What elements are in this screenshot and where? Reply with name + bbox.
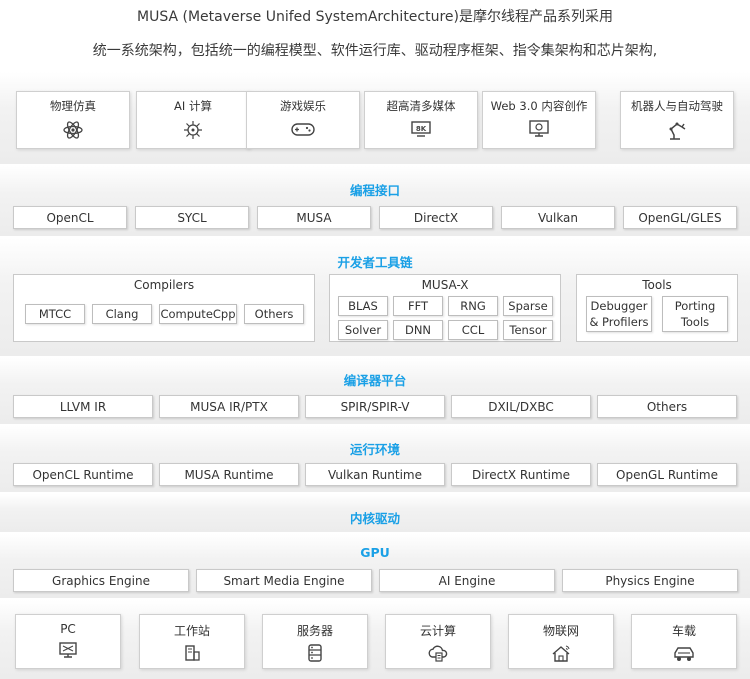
kernel-driver-title: 内核驱动: [349, 511, 400, 526]
content-creation-icon: [529, 120, 549, 137]
app-label: AI 计算: [174, 99, 212, 113]
gamepad-icon: [291, 123, 315, 136]
musa-x-tensor: Tensor: [503, 320, 553, 340]
developer-toolchain-title: 开发者工具链: [337, 255, 413, 270]
ir-dxil-dxbc: DXIL/DXBC: [451, 395, 591, 418]
device-card-pc: PC: [15, 614, 121, 669]
compiler-others: Others: [244, 304, 304, 324]
device-label: PC: [60, 622, 76, 636]
musa-x-dnn: DNN: [393, 320, 443, 340]
app-card-gaming: 游戏娱乐: [246, 91, 360, 149]
app-card-robotics-autonomous: 机器人与自动驾驶: [620, 91, 734, 149]
musa-x-sparse: Sparse: [503, 296, 553, 316]
runtime-musa: MUSA Runtime: [159, 463, 299, 486]
app-card-ai-computing: AI 计算: [136, 91, 250, 149]
app-label: 超高清多媒体: [386, 99, 456, 113]
compiler-computecpp: ComputeCpp: [159, 304, 237, 324]
api-directx: DirectX: [379, 206, 493, 229]
device-label: 服务器: [296, 624, 333, 638]
compiler-clang: Clang: [92, 304, 152, 324]
api-opengl-gles: OpenGL/GLES: [623, 206, 737, 229]
cloud-computing-icon: [428, 645, 448, 662]
api-opencl: OpenCL: [13, 206, 127, 229]
runtime-title: 运行环境: [349, 442, 400, 457]
device-card-iot: 物联网: [508, 614, 614, 669]
musa-x-title: MUSA-X: [421, 278, 469, 292]
compilers-group: Compilers MTCC Clang ComputeCpp Others: [13, 274, 315, 342]
runtime-opencl: OpenCL Runtime: [13, 463, 153, 486]
device-label: 工作站: [173, 624, 210, 638]
device-label: 云计算: [419, 624, 456, 638]
tool-debugger-profilers: Debugger & Profilers: [586, 296, 652, 332]
gpu-title: GPU: [360, 545, 390, 560]
device-card-workstation: 工作站: [139, 614, 245, 669]
device-label: 车载: [671, 624, 696, 638]
musa-x-ccl: CCL: [448, 320, 498, 340]
musa-x-group: MUSA-X BLAS FFT RNG Sparse Solver DNN CC…: [329, 274, 561, 342]
device-card-server: 服务器: [262, 614, 368, 669]
api-vulkan: Vulkan: [501, 206, 615, 229]
programming-interface-title: 编程接口: [349, 183, 400, 198]
api-musa: MUSA: [257, 206, 371, 229]
ai-chip-icon: [184, 121, 202, 139]
gpu-graphics-engine: Graphics Engine: [13, 569, 189, 592]
app-card-web3-content: Web 3.0 内容创作: [482, 91, 596, 149]
musa-x-rng: RNG: [448, 296, 498, 316]
tools-title: Tools: [642, 278, 672, 292]
tool-porting-tools: Porting Tools: [662, 296, 728, 332]
svg-text:8K: 8K: [416, 125, 427, 133]
ir-others: Others: [597, 395, 737, 418]
gpu-smart-media-engine: Smart Media Engine: [196, 569, 372, 592]
app-label: 游戏娱乐: [280, 99, 326, 113]
app-label: 物理仿真: [50, 99, 96, 113]
device-label: 物联网: [542, 624, 579, 638]
ir-llvm: LLVM IR: [13, 395, 153, 418]
device-card-cloud-computing: 云计算: [385, 614, 491, 669]
app-label: 机器人与自动驾驶: [631, 99, 723, 113]
pc-icon: [59, 642, 77, 658]
server-icon: [308, 644, 322, 662]
compiler-platform-title: 编译器平台: [343, 373, 407, 388]
runtime-vulkan: Vulkan Runtime: [305, 463, 445, 486]
car-icon: [674, 647, 694, 661]
gpu-ai-engine: AI Engine: [379, 569, 555, 592]
musa-x-fft: FFT: [393, 296, 443, 316]
app-card-physics-simulation: 物理仿真: [16, 91, 130, 149]
app-label: Web 3.0 内容创作: [490, 99, 588, 113]
app-card-uhd-multimedia: 超高清多媒体 8K: [364, 91, 478, 149]
intro-line-1: MUSA (Metaverse Unifed SystemArchitectur…: [137, 9, 613, 25]
iot-icon: [552, 645, 570, 662]
intro-line-2: 统一系统架构，包括统一的编程模型、软件运行库、驱动程序框架、指令集架构和芯片架构…: [92, 43, 658, 59]
runtime-directx: DirectX Runtime: [451, 463, 591, 486]
8k-display-icon: 8K: [411, 121, 431, 137]
musa-x-blas: BLAS: [338, 296, 388, 316]
tools-group: Tools Debugger & Profilers Porting Tools: [576, 274, 738, 342]
compilers-title: Compilers: [133, 278, 195, 292]
robot-arm-icon: [669, 122, 686, 140]
ir-spir: SPIR/SPIR-V: [305, 395, 445, 418]
api-sycl: SYCL: [135, 206, 249, 229]
gpu-physics-engine: Physics Engine: [562, 569, 738, 592]
musa-x-solver: Solver: [338, 320, 388, 340]
device-card-automotive: 车载: [631, 614, 737, 669]
ir-musa-ptx: MUSA IR/PTX: [159, 395, 299, 418]
workstation-icon: [185, 645, 200, 661]
compiler-mtcc: MTCC: [25, 304, 85, 324]
runtime-opengl: OpenGL Runtime: [597, 463, 737, 486]
atom-icon: [63, 121, 83, 139]
